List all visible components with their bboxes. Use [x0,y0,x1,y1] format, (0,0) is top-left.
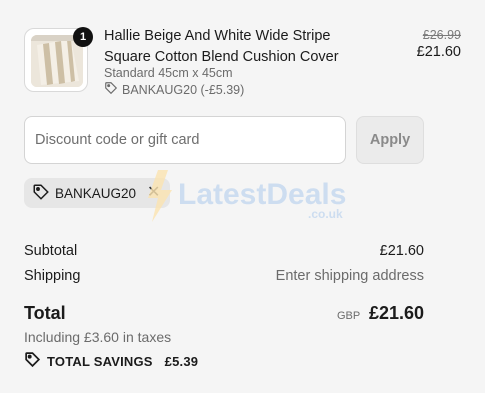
tag-icon [104,81,118,98]
applied-discount-code: BANKAUG20 [55,185,137,201]
subtotal-value: £21.60 [379,243,424,259]
watermark-logo: LatestDeals .co.uk [140,168,350,224]
subtotal-row: Subtotal £21.60 [24,243,424,259]
total-value: £21.60 [368,303,424,323]
item-discount: BANKAUG20 (-£5.39) [104,81,244,98]
item-discount-label: BANKAUG20 (-£5.39) [122,82,245,97]
savings-value: £5.39 [164,353,199,369]
product-variant: Standard 45cm x 45cm [104,66,233,80]
shipping-row: Shipping Enter shipping address [24,268,424,284]
discount-code-input[interactable] [24,116,346,164]
shipping-value: Enter shipping address [275,268,424,284]
product-thumbnail[interactable]: 1 [24,27,93,92]
subtotal-label: Subtotal [24,243,78,259]
tag-icon [32,183,50,204]
svg-text:.co.uk: .co.uk [308,207,343,221]
tag-icon [24,351,41,371]
apply-button[interactable]: Apply [356,116,424,164]
line-item: 1 Hallie Beige And White Wide Stripe Squ… [24,24,461,98]
total-savings: TOTAL SAVINGS £5.39 [24,351,198,371]
product-title: Hallie Beige And White Wide Stripe Squar… [104,28,339,65]
quantity-badge: 1 [73,27,93,47]
original-price: £26.99 [422,28,461,42]
total-label: Total [24,303,66,323]
item-price: £21.60 [416,44,461,60]
taxes-note: Including £3.60 in taxes [24,329,172,345]
currency-code: GBP [337,310,361,322]
savings-label: TOTAL SAVINGS [47,353,153,369]
shipping-label: Shipping [24,268,81,284]
